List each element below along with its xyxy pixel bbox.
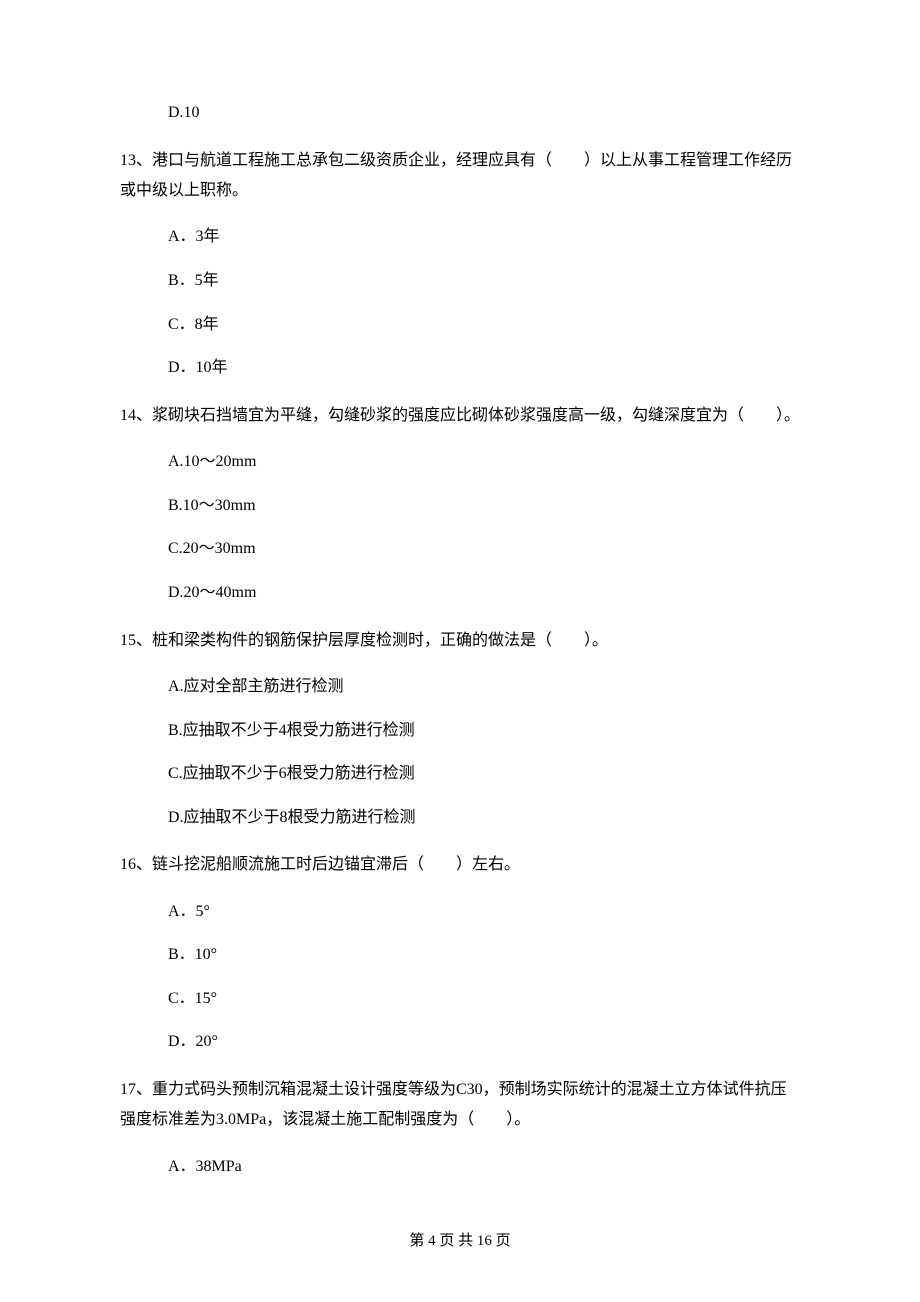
question-14-options: A.10～20mm B.10～30mm C.20～30mm D.20～40mm <box>168 449 800 605</box>
question-14-block: 14、浆砌块石挡墙宜为平缝，勾缝砂浆的强度应比砌体砂浆强度高一级，勾缝深度宜为（… <box>120 401 800 606</box>
q15-option-c: C.应抽取不少于6根受力筋进行检测 <box>168 761 800 787</box>
question-17-block: 17、重力式码头预制沉箱混凝土设计强度等级为C30，预制场实际统计的混凝土立方体… <box>120 1075 800 1179</box>
question-13-text: 13、港口与航道工程施工总承包二级资质企业，经理应具有（ ）以上从事工程管理工作… <box>120 146 800 207</box>
q13-option-d: D．10年 <box>168 355 800 381</box>
q15-option-b: B.应抽取不少于4根受力筋进行检测 <box>168 718 800 744</box>
question-13-block: 13、港口与航道工程施工总承包二级资质企业，经理应具有（ ）以上从事工程管理工作… <box>120 146 800 381</box>
q13-option-c: C．8年 <box>168 312 800 338</box>
q14-option-b: B.10～30mm <box>168 493 800 519</box>
q14-option-d: D.20～40mm <box>168 580 800 606</box>
question-16-text: 16、链斗挖泥船顺流施工时后边锚宜滞后（ ）左右。 <box>120 850 800 880</box>
question-15-text: 15、桩和梁类构件的钢筋保护层厚度检测时，正确的做法是（ ）。 <box>120 626 800 656</box>
question-17-text: 17、重力式码头预制沉箱混凝土设计强度等级为C30，预制场实际统计的混凝土立方体… <box>120 1075 800 1136</box>
question-14-text: 14、浆砌块石挡墙宜为平缝，勾缝砂浆的强度应比砌体砂浆强度高一级，勾缝深度宜为（… <box>120 401 800 431</box>
question-15-block: 15、桩和梁类构件的钢筋保护层厚度检测时，正确的做法是（ ）。 A.应对全部主筋… <box>120 626 800 831</box>
q13-option-a: A．3年 <box>168 224 800 250</box>
q14-option-a: A.10～20mm <box>168 449 800 475</box>
question-16-options: A．5° B．10° C．15° D．20° <box>168 899 800 1055</box>
q17-option-a: A．38MPa <box>168 1154 800 1180</box>
question-16-block: 16、链斗挖泥船顺流施工时后边锚宜滞后（ ）左右。 A．5° B．10° C．1… <box>120 850 800 1055</box>
q15-option-a: A.应对全部主筋进行检测 <box>168 674 800 700</box>
page-footer: 第 4 页 共 16 页 <box>120 1229 800 1253</box>
q16-option-b: B．10° <box>168 942 800 968</box>
question-17-options: A．38MPa <box>168 1154 800 1180</box>
q13-option-b: B．5年 <box>168 268 800 294</box>
q16-option-d: D．20° <box>168 1029 800 1055</box>
q16-option-a: A．5° <box>168 899 800 925</box>
question-13-options: A．3年 B．5年 C．8年 D．10年 <box>168 224 800 380</box>
question-15-options: A.应对全部主筋进行检测 B.应抽取不少于4根受力筋进行检测 C.应抽取不少于6… <box>168 674 800 830</box>
q12-option-d: D.10 <box>168 100 800 126</box>
q16-option-c: C．15° <box>168 986 800 1012</box>
q15-option-d: D.应抽取不少于8根受力筋进行检测 <box>168 805 800 831</box>
q14-option-c: C.20～30mm <box>168 536 800 562</box>
